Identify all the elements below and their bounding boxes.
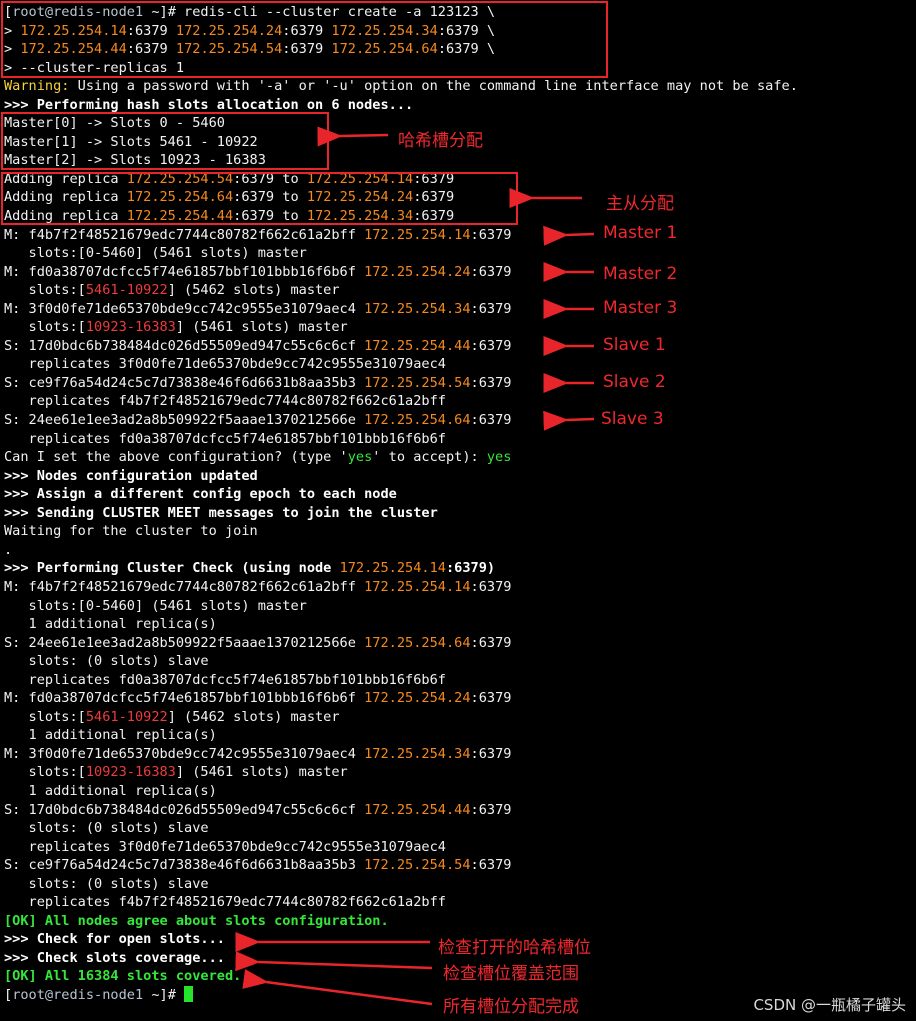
arrow-slave3	[543, 410, 595, 431]
open-slots-note: 检查打开的哈希槽位	[438, 938, 591, 958]
watermark: CSDN @一瓶橘子罐头	[753, 996, 906, 1014]
arrow-done	[242, 969, 433, 1006]
master-slave-note: 主从分配	[606, 194, 674, 214]
master3-note: Master 3	[603, 298, 678, 318]
master2-note: Master 2	[603, 264, 678, 284]
annotation-arrows	[235, 126, 595, 1006]
arrow-hash-slots	[317, 126, 389, 147]
master1-note: Master 1	[603, 223, 678, 243]
coverage-note: 检查槽位覆盖范围	[443, 964, 579, 984]
slave2-note: Slave 2	[603, 372, 666, 392]
done-note: 所有槽位分配完成	[443, 997, 579, 1017]
slave1-note: Slave 1	[603, 335, 666, 355]
arrow-coverage	[235, 951, 433, 972]
slave3-note: Slave 3	[601, 409, 664, 429]
arrow-master1	[543, 225, 595, 246]
hash-slots-note: 哈希槽分配	[398, 131, 483, 151]
